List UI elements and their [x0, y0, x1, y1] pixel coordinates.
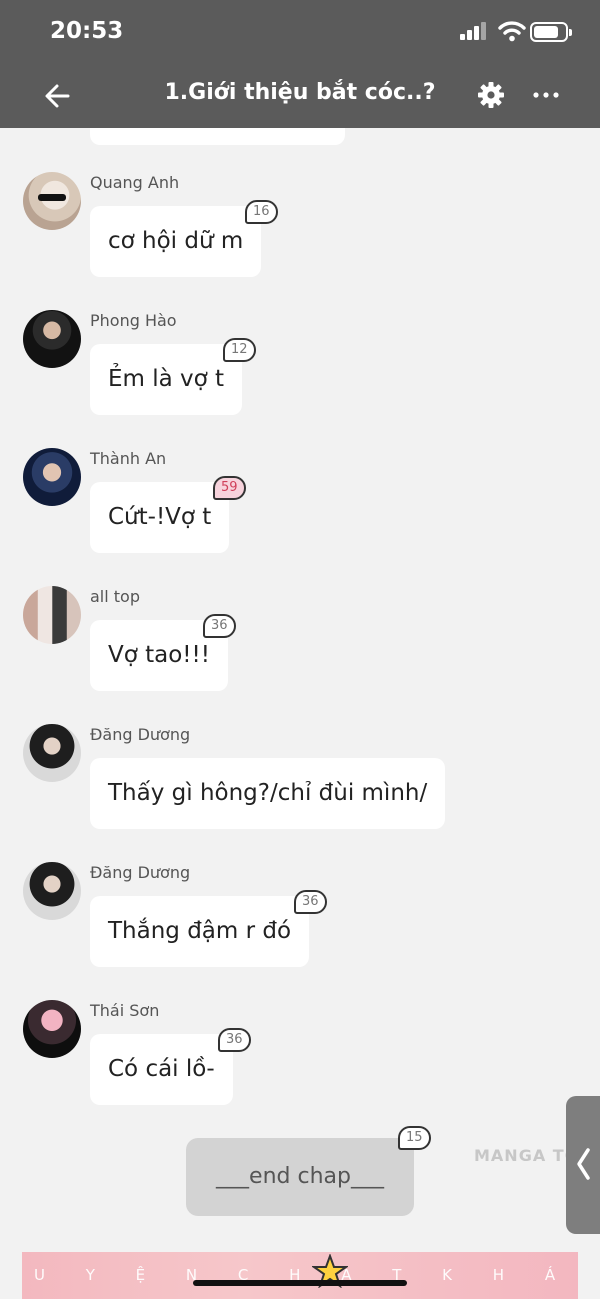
- sender-name: all top: [90, 587, 140, 606]
- promo-banner[interactable]: U Y Ệ N C H A T K H Á M P H Á: [22, 1252, 578, 1299]
- message-bubble[interactable]: cơ hội dữ m: [90, 206, 262, 277]
- avatar[interactable]: [23, 448, 81, 506]
- reaction-badge[interactable]: 36: [203, 614, 236, 638]
- reaction-badge[interactable]: 12: [223, 338, 256, 362]
- wifi-icon: [498, 21, 526, 42]
- sender-name: Đăng Dương: [90, 725, 191, 744]
- reaction-badge[interactable]: 36: [294, 890, 327, 914]
- avatar[interactable]: [23, 586, 81, 644]
- more-dots-icon[interactable]: [530, 80, 562, 110]
- avatar[interactable]: [23, 862, 81, 920]
- chat-area[interactable]: Quang Anh cơ hội dữ m 16 Phong Hào Ẻm là…: [0, 128, 600, 1299]
- sender-name: Thành An: [90, 449, 167, 468]
- sender-name: Quang Anh: [90, 173, 180, 192]
- gear-icon[interactable]: [476, 80, 506, 110]
- message-bubble[interactable]: Thấy gì hông?/chỉ đùi mình/: [90, 758, 446, 829]
- message-bubble[interactable]: Ẻm là vợ t: [90, 344, 243, 415]
- message-bubble[interactable]: Cứt-!Vợ t: [90, 482, 230, 553]
- cellular-signal-icon: [460, 22, 488, 40]
- reaction-badge[interactable]: 36: [218, 1028, 251, 1052]
- battery-icon: [530, 22, 572, 42]
- back-arrow-icon[interactable]: [40, 78, 76, 114]
- previous-message-bubble: [90, 128, 345, 145]
- sender-name: Thái Sơn: [90, 1001, 160, 1020]
- reaction-badge[interactable]: 59: [213, 476, 246, 500]
- avatar[interactable]: [23, 1000, 81, 1058]
- chevron-left-icon: [577, 1148, 590, 1180]
- side-drawer-tab[interactable]: [566, 1096, 600, 1234]
- message-bubble[interactable]: Thắng đậm r đó: [90, 896, 310, 967]
- watermark-text: MANGA TO: [474, 1146, 580, 1165]
- status-time: 20:53: [50, 18, 124, 44]
- sender-name: Phong Hào: [90, 311, 177, 330]
- top-bar: 20:53 1.Giới thiệu bắt cóc..?: [0, 0, 600, 128]
- avatar[interactable]: [23, 172, 81, 230]
- sender-name: Đăng Dương: [90, 863, 191, 882]
- reaction-badge[interactable]: 15: [398, 1126, 431, 1150]
- page-title: 1.Giới thiệu bắt cóc..?: [164, 80, 436, 105]
- reaction-badge[interactable]: 16: [245, 200, 278, 224]
- avatar[interactable]: [23, 724, 81, 782]
- avatar[interactable]: [23, 310, 81, 368]
- end-chapter-bubble[interactable]: ___end chap___: [186, 1138, 414, 1216]
- home-indicator: [193, 1280, 407, 1286]
- message-bubble[interactable]: Có cái lồ-: [90, 1034, 233, 1105]
